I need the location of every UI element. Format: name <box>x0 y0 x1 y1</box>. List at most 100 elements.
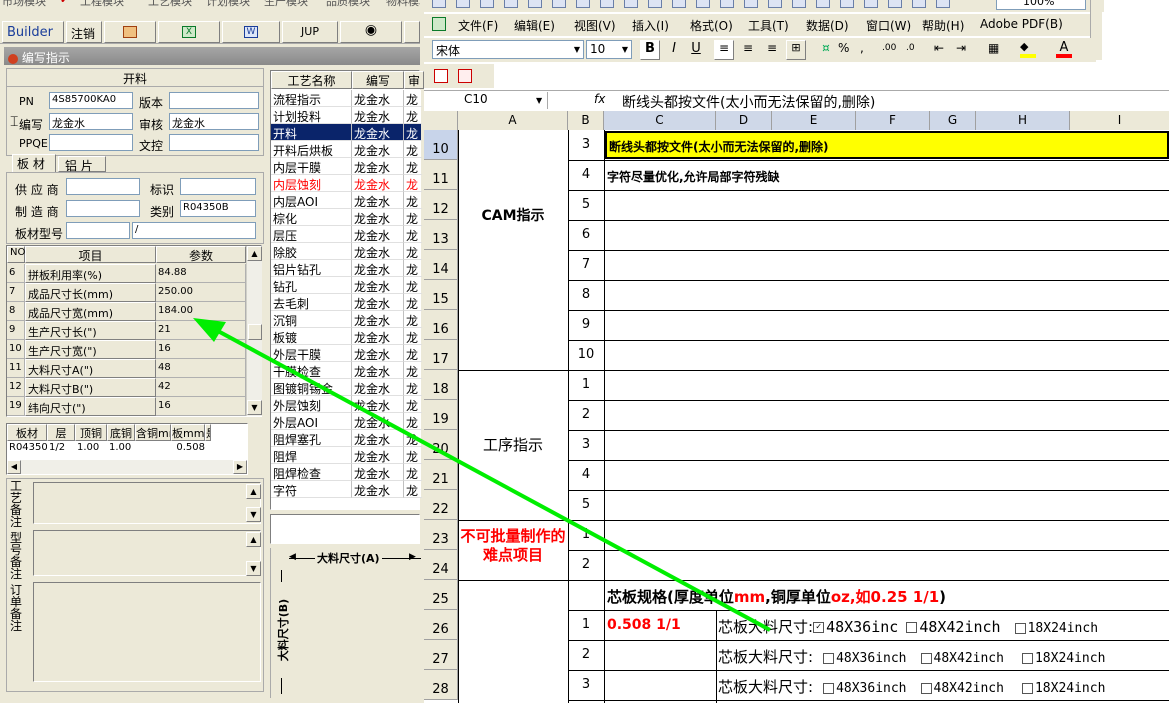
scroll-right-icon[interactable]: ▶ <box>233 460 247 474</box>
column-header[interactable]: F <box>856 111 930 130</box>
process-search-field[interactable] <box>270 514 420 544</box>
process-row[interactable]: 棕化 龙金水龙 <box>271 209 422 226</box>
param-row-value[interactable]: 42 <box>156 378 246 397</box>
cell-c11[interactable]: 字符尽量优化,允许局部字符残缺 <box>607 168 780 185</box>
process-row[interactable]: 外层干膜 龙金水龙 <box>271 345 422 362</box>
cell-c26[interactable]: 0.508 1/1 <box>607 617 681 633</box>
align-center-icon[interactable]: ≡ <box>738 41 758 55</box>
note2-down-icon[interactable]: ▼ <box>246 561 261 576</box>
excel-menu-item[interactable]: 数据(D) <box>806 17 849 34</box>
board-cell[interactable]: 1.00 <box>107 442 135 458</box>
process-row[interactable]: 钻孔 龙金水龙 <box>271 277 422 294</box>
export-icon[interactable] <box>104 21 156 43</box>
font-select[interactable]: 宋体 ▼ <box>432 40 584 59</box>
row-header[interactable]: 16 <box>424 310 458 340</box>
row-header[interactable]: 23 <box>424 520 458 550</box>
process-row[interactable]: 外层AOI 龙金水龙 <box>271 413 422 430</box>
row-header[interactable]: 22 <box>424 490 458 520</box>
model-field[interactable] <box>66 222 130 239</box>
checkbox-icon[interactable] <box>1021 653 1033 664</box>
underline-button[interactable]: U <box>686 41 706 56</box>
cell-c10[interactable]: 断线头都按文件(太小而无法保留的,删除) <box>605 131 1169 159</box>
size-option[interactable]: 18X24inch <box>1014 621 1098 636</box>
b-cell[interactable]: 2 <box>568 647 604 662</box>
param-row-value[interactable]: 250.00 <box>156 283 246 302</box>
scroll-up-icon[interactable]: ▲ <box>247 246 262 261</box>
align-left-icon[interactable]: ≡ <box>714 40 734 60</box>
currency-icon[interactable]: ¤ <box>816 41 836 55</box>
category-field[interactable]: R04350B <box>180 200 256 217</box>
b-cell[interactable]: 1 <box>568 527 604 542</box>
italic-button[interactable]: I <box>664 41 684 56</box>
checkbox-icon[interactable] <box>920 683 932 694</box>
menu-process[interactable]: 工艺模块 <box>148 0 192 9</box>
toolbar-icon[interactable] <box>648 0 662 8</box>
process-row[interactable]: 阻焊塞孔 龙金水龙 <box>271 430 422 447</box>
column-header[interactable]: C <box>604 111 716 130</box>
board-cell[interactable]: 1/2 <box>47 442 75 458</box>
toolbar-icon[interactable] <box>696 0 710 8</box>
b-cell[interactable]: 5 <box>568 497 604 512</box>
process-row[interactable]: 流程指示 龙金水龙 <box>271 90 422 107</box>
process-row[interactable]: 外层蚀刻 龙金水龙 <box>271 396 422 413</box>
process-row[interactable]: 阻焊检查 龙金水龙 <box>271 464 422 481</box>
process-row[interactable]: 开料 龙金水龙 <box>271 124 422 141</box>
note1-up-icon[interactable]: ▲ <box>246 484 261 499</box>
b-cell[interactable]: 5 <box>568 197 604 212</box>
dec-decimal-icon[interactable]: .0 <box>906 43 915 53</box>
row-header[interactable]: 12 <box>424 190 458 220</box>
font-color-icon[interactable]: A <box>1056 40 1072 58</box>
toolbar-icon[interactable] <box>504 0 518 8</box>
row-header[interactable]: 24 <box>424 550 458 580</box>
column-header[interactable]: H <box>976 111 1070 130</box>
b-cell[interactable]: 4 <box>568 167 604 182</box>
size-option[interactable]: 48X42inch <box>906 618 1001 636</box>
row-header[interactable]: 15 <box>424 280 458 310</box>
process-row[interactable]: 干膜检查 龙金水龙 <box>271 362 422 379</box>
comma-icon[interactable]: , <box>860 41 874 55</box>
tab-board[interactable]: 板 材 <box>12 154 56 172</box>
toolbar-icon[interactable] <box>888 0 902 8</box>
excel-menu-item[interactable]: 窗口(W) <box>866 17 911 34</box>
toolbar-icon[interactable] <box>624 0 638 8</box>
menu-production[interactable]: 生产模块 <box>264 0 308 9</box>
param-row-value[interactable]: 21 <box>156 321 246 340</box>
checkbox-icon[interactable] <box>906 622 918 633</box>
excel-menu-item[interactable]: 视图(V) <box>574 17 616 34</box>
bold-button[interactable]: B <box>640 40 660 60</box>
excel-menu-item[interactable]: 文件(F) <box>458 17 498 34</box>
process-row[interactable]: 开料后烘板 龙金水龙 <box>271 141 422 158</box>
toolbar-icon[interactable] <box>912 0 926 8</box>
param-row-value[interactable]: 16 <box>156 340 246 359</box>
pdf-mail-icon[interactable] <box>458 69 472 83</box>
b-cell[interactable]: 1 <box>568 377 604 392</box>
toolbar-icon[interactable] <box>552 0 566 8</box>
zoom-box[interactable]: 100% <box>996 0 1086 10</box>
b-cell[interactable]: 8 <box>568 287 604 302</box>
scroll-thumb[interactable] <box>248 324 262 340</box>
b-cell[interactable]: 10 <box>568 347 604 362</box>
param-row-value[interactable]: 184.00 <box>156 302 246 321</box>
pdf-icon[interactable] <box>434 69 448 83</box>
b-cell[interactable]: 3 <box>568 677 604 692</box>
process-row[interactable]: 字符 龙金水龙 <box>271 481 422 498</box>
b-cell[interactable]: 7 <box>568 257 604 272</box>
toolbar-icon[interactable] <box>528 0 542 8</box>
column-header[interactable]: E <box>772 111 856 130</box>
board-cell[interactable] <box>135 442 171 458</box>
jup-button[interactable]: JUP <box>282 21 338 43</box>
toolbar-icon[interactable] <box>840 0 854 8</box>
row-header[interactable]: 13 <box>424 220 458 250</box>
process-row[interactable]: 计划投料 龙金水龙 <box>271 107 422 124</box>
toolbar-icon[interactable] <box>936 0 950 8</box>
percent-icon[interactable]: % <box>838 41 854 55</box>
board-cell[interactable] <box>205 442 211 458</box>
fill-color-icon[interactable]: ◆ <box>1020 40 1036 58</box>
menu-market[interactable]: 市场模块 <box>2 0 46 9</box>
row-header[interactable]: 27 <box>424 640 458 670</box>
toolbar-icon[interactable] <box>768 0 782 8</box>
wenkong-field[interactable] <box>169 134 259 151</box>
param-row-value[interactable]: 84.88 <box>156 264 246 283</box>
builder-button[interactable]: Builder <box>2 21 64 43</box>
b-cell[interactable]: 4 <box>568 467 604 482</box>
